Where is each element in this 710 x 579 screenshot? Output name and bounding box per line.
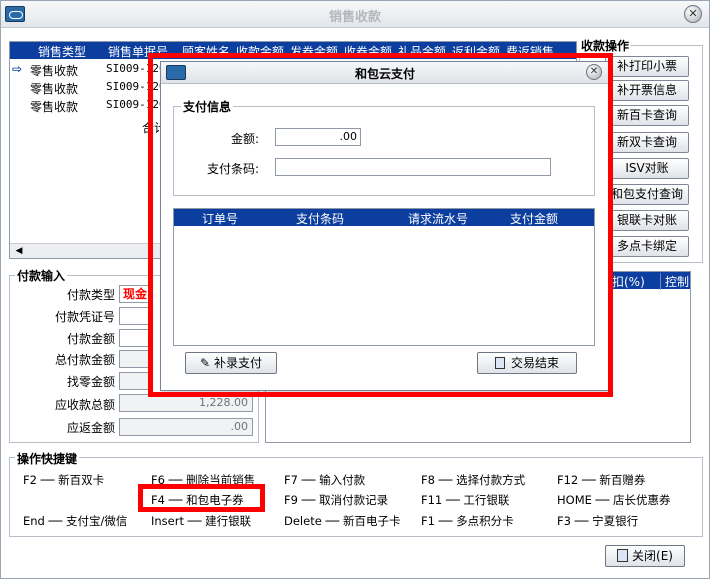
isv-reconcile-button[interactable]: ISV对账: [605, 158, 689, 179]
title-bar: 销售收款 ✕: [1, 1, 709, 28]
current-row-arrow-icon: ⇨: [12, 62, 23, 76]
ops-group-title: 收款操作: [579, 37, 632, 54]
label-voucher-no: 付款凭证号: [54, 310, 115, 324]
shortcut-f7: F7 ── 输入付款: [284, 473, 366, 487]
shortcut-home: HOME ── 店长优惠券: [557, 493, 671, 507]
shortcut-f2: F2 ── 新百双卡: [23, 473, 105, 487]
shortcut-insert: Insert ── 建行银联: [151, 514, 252, 528]
dialog-highlight-box: [148, 53, 613, 397]
label-change: 找零金额: [66, 375, 115, 389]
shortcut-delete: Delete ── 新百电子卡: [284, 514, 401, 528]
f4-highlight-box: [138, 484, 265, 512]
shortcut-f3: F3 ── 宁夏银行: [557, 514, 639, 528]
label-refund: 应返金额: [66, 421, 115, 435]
refund-field: .00: [119, 418, 253, 436]
window-close-button[interactable]: ✕: [684, 5, 702, 23]
shortcut-group-title: 操作快捷键: [15, 450, 80, 467]
exit-door-icon: [617, 549, 629, 562]
label-pay-amount: 付款金额: [66, 332, 115, 346]
invoice-info-button[interactable]: 补开票信息: [605, 80, 689, 101]
duodian-card-bind-button[interactable]: 多点卡绑定: [605, 236, 689, 257]
label-total-pay: 总付款金额: [54, 353, 115, 367]
col-control[interactable]: 控制: [660, 273, 689, 290]
label-receivable-total: 应收款总额: [54, 398, 115, 412]
xin-double-card-query-button[interactable]: 新双卡查询: [605, 132, 689, 153]
shortcut-f11: F11 ── 工行银联: [421, 493, 510, 507]
col-discount[interactable]: 扣(%): [612, 273, 645, 290]
col-sales-type[interactable]: 销售类型: [38, 43, 102, 60]
hebao-pay-query-button[interactable]: 和包支付查询: [605, 184, 689, 205]
close-button[interactable]: 关闭(E): [605, 545, 685, 567]
xinbai-card-query-button[interactable]: 新百卡查询: [605, 105, 689, 126]
label-pay-type: 付款类型: [66, 288, 115, 302]
unionpay-reconcile-button[interactable]: 银联卡对账: [605, 210, 689, 231]
shortcut-f9: F9 ── 取消付款记录: [284, 493, 389, 507]
shortcut-f12: F12 ── 新百赠券: [557, 473, 646, 487]
reprint-receipt-button[interactable]: 补打印小票: [605, 56, 689, 77]
shortcut-f8: F8 ── 选择付款方式: [421, 473, 526, 487]
scroll-left-icon[interactable]: ◀: [12, 244, 26, 258]
window-title: 销售收款: [328, 10, 381, 25]
payment-input-title: 付款输入: [15, 267, 68, 284]
shortcut-end: End ── 支付宝/微信: [23, 514, 128, 528]
shortcut-f1: F1 ── 多点积分卡: [421, 514, 514, 528]
